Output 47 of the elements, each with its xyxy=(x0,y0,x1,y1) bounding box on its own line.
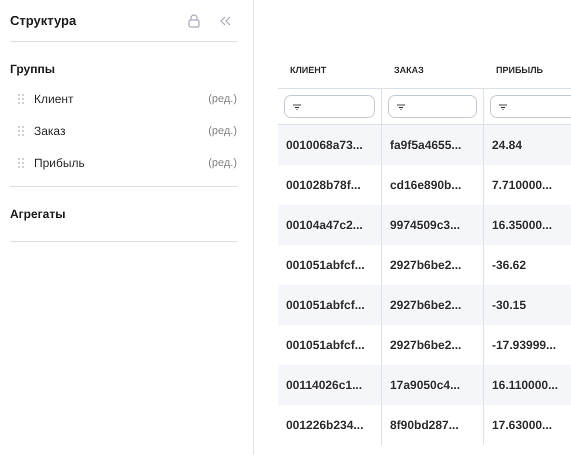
table-cell-text: fa9f5a4655... xyxy=(390,137,462,154)
edit-link[interactable]: (ред.) xyxy=(208,90,237,108)
table-cell-text: 24.84 xyxy=(492,137,522,154)
table-cell-text: 2927b6be2... xyxy=(390,297,462,314)
group-label: Клиент xyxy=(34,91,74,108)
table-cell-text: cd16e890b... xyxy=(390,177,462,194)
table-cell-text: 00104a47c2... xyxy=(286,217,363,234)
table-cell-text: 17.63000... xyxy=(492,417,552,434)
drag-handle-icon[interactable] xyxy=(18,158,24,168)
filter-field[interactable] xyxy=(388,95,477,118)
table-cell-text: 7.710000... xyxy=(492,177,552,194)
column-header[interactable]: ЗАКАЗ xyxy=(394,65,424,75)
group-label: Прибыль xyxy=(34,155,85,172)
table-cell-text: 001051abfcf... xyxy=(286,297,365,314)
table-cell-text: 00114026c1... xyxy=(286,377,362,394)
group-label: Заказ xyxy=(34,123,66,140)
table-cell-text: 0010068a73... xyxy=(286,137,363,154)
table-cell-text: 001226b234... xyxy=(286,417,364,434)
edit-link[interactable]: (ред.) xyxy=(208,122,237,140)
table-cell-text: -17.93999... xyxy=(492,337,556,354)
table-cell-text: 2927b6be2... xyxy=(390,337,462,354)
column-header[interactable]: ПРИБЫЛЬ xyxy=(496,65,544,75)
drag-handle-icon[interactable] xyxy=(18,126,24,136)
table-cell-text: 16.110000... xyxy=(492,377,558,394)
table-cell-text: 17a9050c4... xyxy=(390,377,460,394)
filter-field[interactable] xyxy=(490,95,571,118)
table-cell-text: -30.15 xyxy=(492,297,526,314)
table-cell-text: 9974509c3... xyxy=(390,217,460,234)
table-cell-text: 001051abfcf... xyxy=(286,337,365,354)
filter-icon xyxy=(397,104,405,110)
table-cell-text: 16.35000... xyxy=(492,217,552,234)
section-heading: Агрегаты xyxy=(10,206,66,223)
table-cell-text: 2927b6be2... xyxy=(390,257,462,274)
table-cell-text: 001028b78f... xyxy=(286,177,361,194)
section-heading: Группы xyxy=(10,61,56,78)
collapse-icon[interactable] xyxy=(219,16,231,26)
drag-handle-icon[interactable] xyxy=(18,94,24,104)
edit-link[interactable]: (ред.) xyxy=(208,154,237,172)
table-cell-text: -36.62 xyxy=(492,257,526,274)
lock-icon[interactable] xyxy=(188,14,200,28)
column-header[interactable]: КЛИЕНТ xyxy=(290,65,326,75)
panel-title: Структура xyxy=(10,12,76,30)
filter-icon xyxy=(499,104,507,110)
table-cell-text: 001051abfcf... xyxy=(286,257,365,274)
filter-field[interactable] xyxy=(284,95,375,118)
table-cell-text: 8f90bd287... xyxy=(390,417,459,434)
filter-icon xyxy=(293,104,301,110)
